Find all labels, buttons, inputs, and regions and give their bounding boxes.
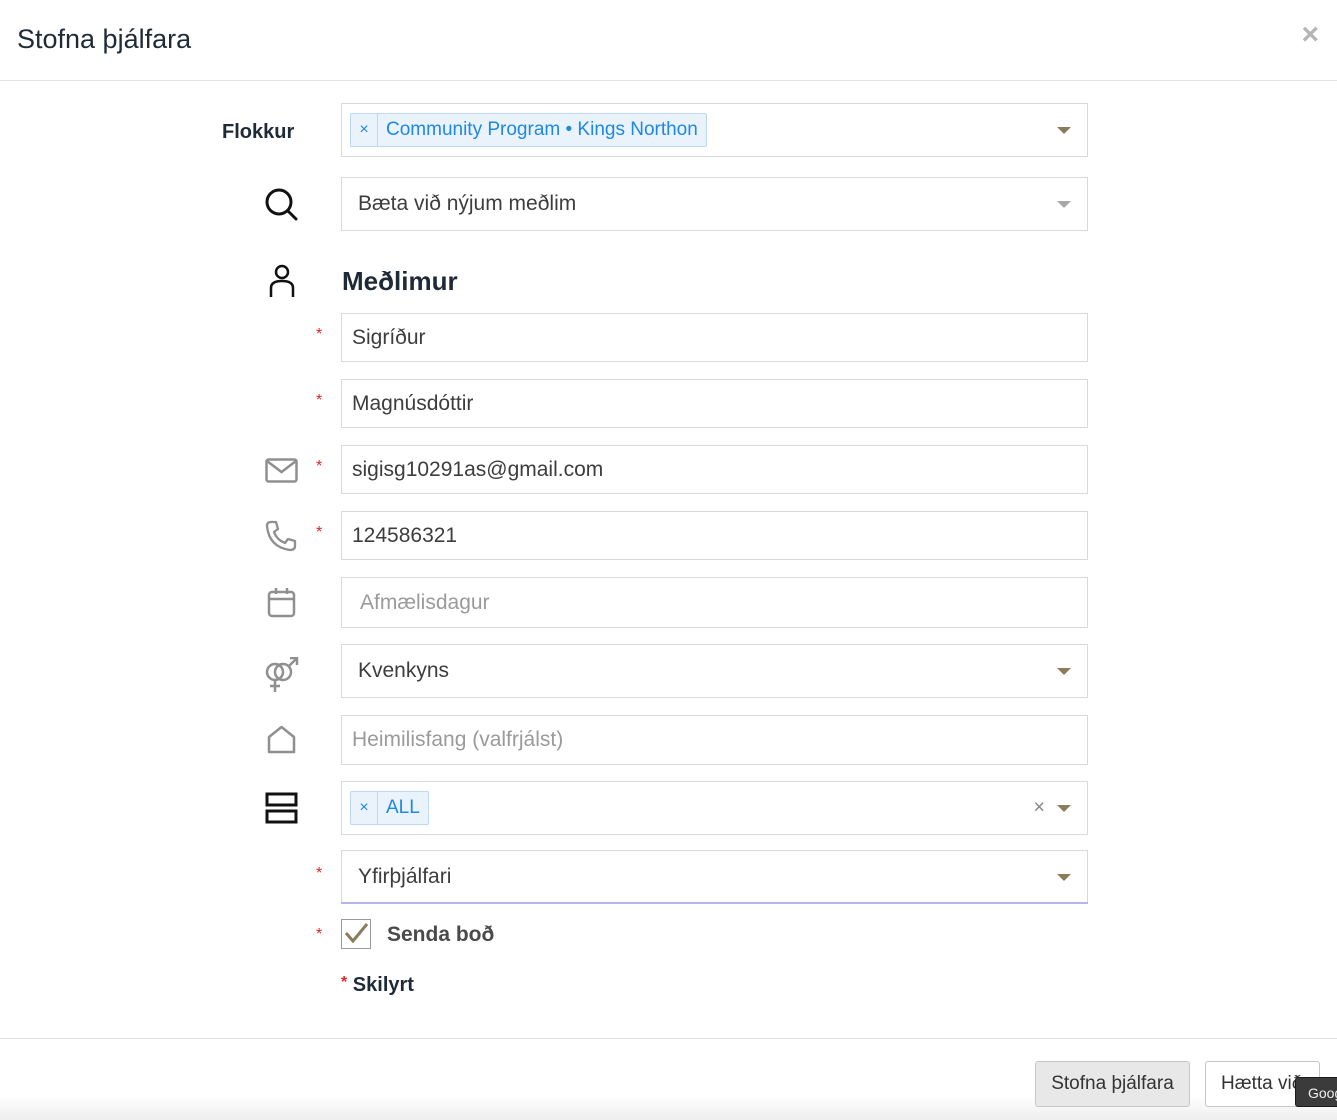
groups-tag: × ALL: [350, 791, 429, 825]
groups-tag-remove[interactable]: ×: [351, 792, 378, 824]
role-value: Yfirþjálfari: [358, 865, 452, 888]
user-icon: [269, 264, 295, 297]
chevron-down-icon[interactable]: [1057, 201, 1071, 208]
groups-tag-label: ALL: [386, 797, 420, 818]
role-select[interactable]: Yfirþjálfari: [341, 850, 1088, 904]
create-coach-button[interactable]: Stofna þjálfara: [1035, 1061, 1190, 1107]
birthday-field[interactable]: Afmælisdagur: [341, 577, 1088, 628]
address-placeholder: Heimilisfang (valfrjálst): [352, 728, 564, 751]
gender-select[interactable]: Kvenkyns: [341, 644, 1088, 698]
required-marker: *: [316, 865, 323, 882]
required-marker: *: [341, 974, 348, 991]
chevron-down-icon[interactable]: [1057, 127, 1071, 134]
tooltip: Goog: [1295, 1077, 1337, 1107]
first-name-value: Sigríður: [352, 325, 426, 349]
dialog-header: Stofna þjálfara ×: [0, 0, 1337, 81]
calendar-icon: [267, 588, 296, 618]
category-label: Flokkur: [222, 121, 295, 143]
dialog-title: Stofna þjálfara: [17, 24, 192, 54]
category-tag-label: Community Program • Kings Northon: [386, 119, 698, 140]
chevron-down-icon[interactable]: [1057, 874, 1071, 881]
close-icon[interactable]: ×: [1301, 20, 1319, 50]
required-marker: *: [316, 392, 323, 409]
chevron-down-icon[interactable]: [1057, 805, 1071, 812]
role-focus-underline: [341, 902, 1088, 904]
email-field[interactable]: sigisg10291as@gmail.com: [341, 445, 1088, 494]
gender-icon: [265, 657, 299, 692]
required-marker: *: [316, 326, 323, 343]
phone-value: 124586321: [352, 523, 458, 547]
category-tag-remove[interactable]: ×: [351, 114, 378, 146]
phone-icon: [265, 520, 297, 552]
send-invite-checkbox[interactable]: [341, 919, 371, 949]
member-search-select[interactable]: Bæta við nýjum meðlim: [341, 177, 1088, 231]
address-field[interactable]: Heimilisfang (valfrjálst): [341, 715, 1088, 765]
required-marker: *: [316, 458, 323, 475]
category-tag: × Community Program • Kings Northon: [350, 113, 707, 147]
required-marker: *: [316, 524, 323, 541]
groups-icon: [265, 792, 298, 824]
first-name-field[interactable]: Sigríður: [341, 313, 1088, 362]
phone-field[interactable]: 124586321: [341, 511, 1088, 560]
birthday-placeholder: Afmælisdagur: [360, 590, 490, 614]
clear-icon[interactable]: ×: [1033, 797, 1045, 820]
groups-select[interactable]: × ALL ×: [341, 781, 1088, 835]
check-icon: [344, 923, 369, 944]
search-icon: [265, 188, 298, 221]
send-invite-label: Senda boð: [387, 923, 495, 946]
member-search-value: Bæta við nýjum meðlim: [358, 192, 577, 215]
email-value: sigisg10291as@gmail.com: [352, 457, 604, 481]
category-select[interactable]: × Community Program • Kings Northon: [341, 103, 1088, 157]
home-icon: [267, 725, 296, 754]
gender-value: Kvenkyns: [358, 659, 450, 682]
chevron-down-icon[interactable]: [1057, 668, 1071, 675]
required-note: * Skilyrt: [341, 974, 414, 997]
last-name-value: Magnúsdóttir: [352, 391, 474, 415]
required-marker: *: [316, 926, 323, 943]
section-title: Meðlimur: [342, 266, 458, 296]
required-note-text: Skilyrt: [352, 974, 414, 996]
last-name-field[interactable]: Magnúsdóttir: [341, 379, 1088, 428]
mail-icon: [265, 458, 298, 483]
